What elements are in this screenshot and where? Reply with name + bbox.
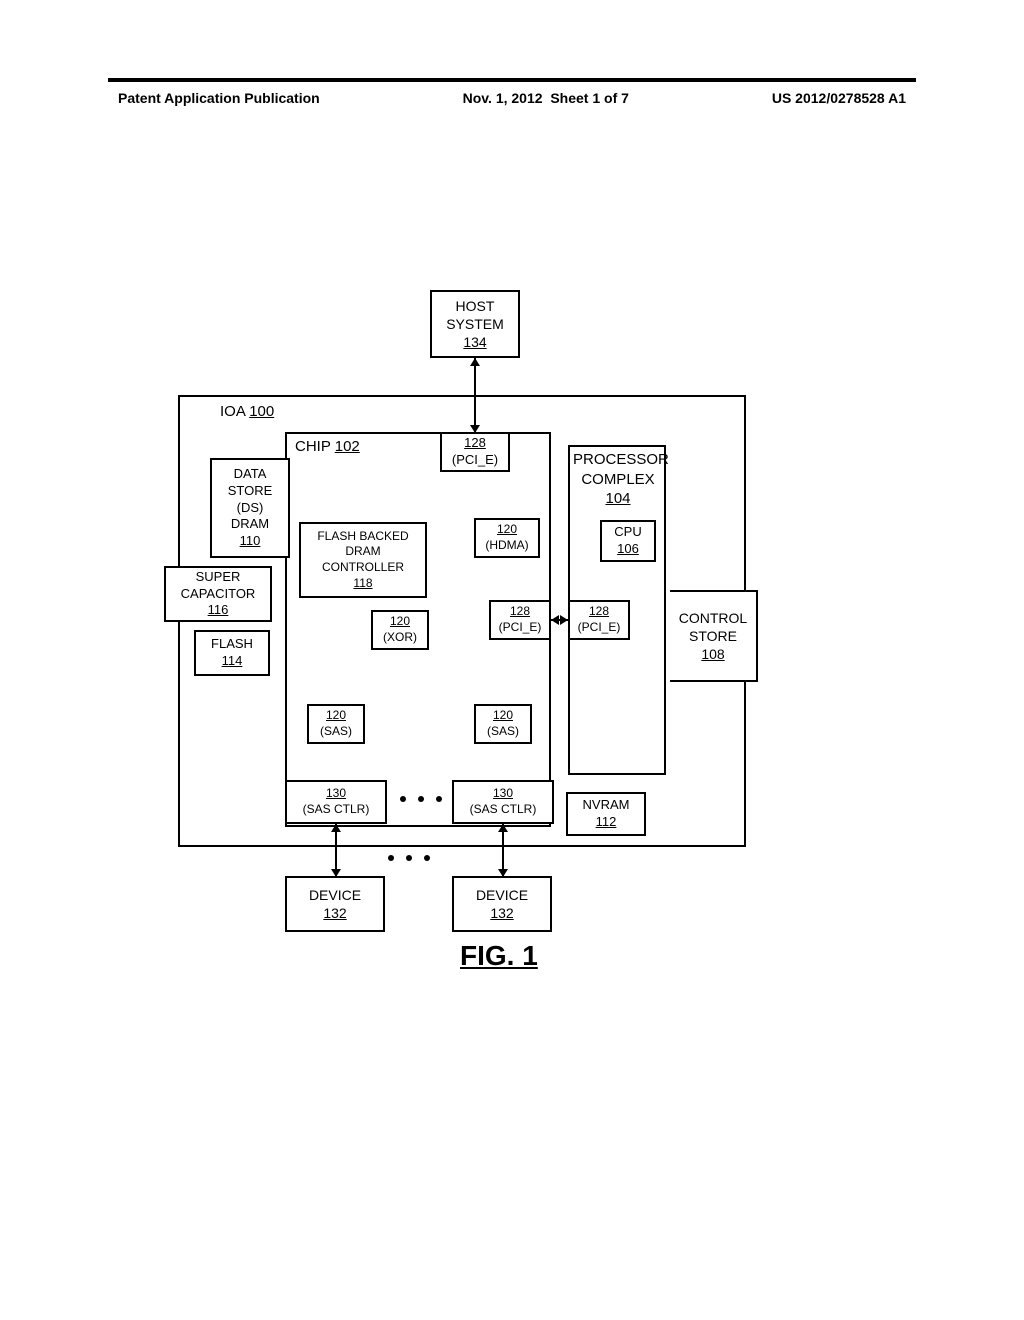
- cs-l2: STORE: [689, 627, 737, 645]
- dot: [424, 855, 430, 861]
- ioa-label: IOA 100: [220, 403, 274, 420]
- nvram-ref: 112: [596, 814, 617, 831]
- pcie-l-ref: 128: [510, 604, 530, 620]
- super-cap-block: SUPER CAPACITOR 116: [164, 566, 272, 622]
- header-rule: [108, 78, 916, 82]
- chip-label: CHIP 102: [295, 438, 360, 455]
- device-right-block: DEVICE 132: [452, 876, 552, 932]
- pcie-top-sub: (PCI_E): [452, 452, 498, 469]
- pub-type: Patent Application Publication: [118, 90, 320, 106]
- sasctlr-right-block: 130 (SAS CTLR): [452, 780, 554, 824]
- sas-right-block: 120 (SAS): [474, 704, 532, 744]
- pub-number: US 2012/0278528 A1: [772, 90, 906, 106]
- processor-complex-label: PROCESSOR COMPLEX 104: [573, 450, 663, 509]
- arrow-pcie-right: [560, 615, 568, 625]
- sctl-l-ref: 130: [326, 786, 346, 802]
- ds-l4: DRAM: [231, 516, 269, 533]
- host-label-1: HOST: [456, 297, 495, 315]
- ds-l1: DATA: [234, 466, 267, 483]
- dot: [400, 796, 406, 802]
- sc-l1: SUPER: [196, 569, 241, 586]
- flash-l1: FLASH: [211, 636, 253, 653]
- sc-ref: 116: [208, 602, 229, 619]
- xor-block: 120 (XOR): [371, 610, 429, 650]
- fbdc-l1: FLASH BACKED: [317, 529, 408, 545]
- nvram-l1: NVRAM: [583, 797, 630, 814]
- dot: [436, 796, 442, 802]
- sas-left-block: 120 (SAS): [307, 704, 365, 744]
- cs-ref: 108: [701, 645, 724, 663]
- xor-ref: 120: [390, 614, 410, 630]
- sasl-sub: (SAS): [320, 724, 352, 740]
- cpu-ref: 106: [617, 541, 639, 558]
- dev-l-ref: 132: [323, 904, 346, 922]
- pcie-l-sub: (PCI_E): [499, 620, 542, 636]
- sasctlr-left-block: 130 (SAS CTLR): [285, 780, 387, 824]
- hdma-ref: 120: [497, 522, 517, 538]
- cs-l1: CONTROL: [679, 609, 747, 627]
- dot: [418, 796, 424, 802]
- sc-l2: CAPACITOR: [181, 586, 256, 603]
- pc-ref: 104: [605, 490, 630, 507]
- sasr-sub: (SAS): [487, 724, 519, 740]
- fbdc-l2: DRAM: [345, 544, 380, 560]
- arrow-up-host: [470, 358, 480, 366]
- ds-dram-block: DATA STORE (DS) DRAM 110: [210, 458, 290, 558]
- pcie-left-block: 128 (PCI_E): [489, 600, 551, 640]
- arrow-sctl-r-up: [498, 824, 508, 832]
- sasr-ref: 120: [493, 708, 513, 724]
- pcie-r-ref: 128: [589, 604, 609, 620]
- dev-r-l1: DEVICE: [476, 886, 528, 904]
- dot: [388, 855, 394, 861]
- page: Patent Application Publication Nov. 1, 2…: [0, 0, 1024, 1320]
- sasl-ref: 120: [326, 708, 346, 724]
- arrow-pcie-left: [551, 615, 559, 625]
- dot: [406, 855, 412, 861]
- cpu-l1: CPU: [614, 524, 641, 541]
- fbdc-ref: 118: [353, 576, 372, 592]
- sctl-r-sub: (SAS CTLR): [470, 802, 537, 818]
- sctl-r-ref: 130: [493, 786, 513, 802]
- cpu-block: CPU 106: [600, 520, 656, 562]
- header-row: Patent Application Publication Nov. 1, 2…: [118, 90, 906, 106]
- hdma-block: 120 (HDMA): [474, 518, 540, 558]
- flash-block: FLASH 114: [194, 630, 270, 676]
- xor-sub: (XOR): [383, 630, 417, 646]
- pcie-top-block: 128 (PCI_E): [440, 432, 510, 472]
- pc-l2: COMPLEX: [581, 471, 654, 488]
- ellipsis-devices: [388, 855, 430, 861]
- pcie-right-block: 128 (PCI_E): [568, 600, 630, 640]
- ds-l2: STORE: [228, 483, 273, 500]
- control-store-block: CONTROL STORE 108: [670, 590, 758, 682]
- pc-l1: PROCESSOR: [573, 451, 669, 468]
- ellipsis-sasctlr: [400, 796, 442, 802]
- fbdc-block: FLASH BACKED DRAM CONTROLLER 118: [299, 522, 427, 598]
- fbdc-l3: CONTROLLER: [322, 560, 404, 576]
- ds-ref: 110: [240, 533, 261, 550]
- dev-l-l1: DEVICE: [309, 886, 361, 904]
- hdma-sub: (HDMA): [485, 538, 528, 554]
- arrow-sctl-l-up: [331, 824, 341, 832]
- host-label-2: SYSTEM: [446, 315, 504, 333]
- host-system-block: HOST SYSTEM 134: [430, 290, 520, 358]
- dev-r-ref: 132: [490, 904, 513, 922]
- pcie-top-ref: 128: [464, 435, 486, 452]
- nvram-block: NVRAM 112: [566, 792, 646, 836]
- pub-date-sheet: Nov. 1, 2012 Sheet 1 of 7: [463, 90, 629, 106]
- chip-ref: 102: [335, 438, 360, 455]
- ds-l3: (DS): [237, 500, 264, 517]
- flash-ref: 114: [222, 653, 243, 670]
- device-left-block: DEVICE 132: [285, 876, 385, 932]
- figure-caption: FIG. 1: [460, 940, 538, 972]
- diagram: HOST SYSTEM 134 IOA 100 CHIP 102 128 (PC…: [178, 290, 858, 975]
- ioa-text: IOA: [220, 403, 245, 420]
- pcie-r-sub: (PCI_E): [578, 620, 621, 636]
- sctl-l-sub: (SAS CTLR): [303, 802, 370, 818]
- chip-text: CHIP: [295, 438, 331, 455]
- ioa-ref: 100: [249, 403, 274, 420]
- host-ref: 134: [463, 333, 486, 351]
